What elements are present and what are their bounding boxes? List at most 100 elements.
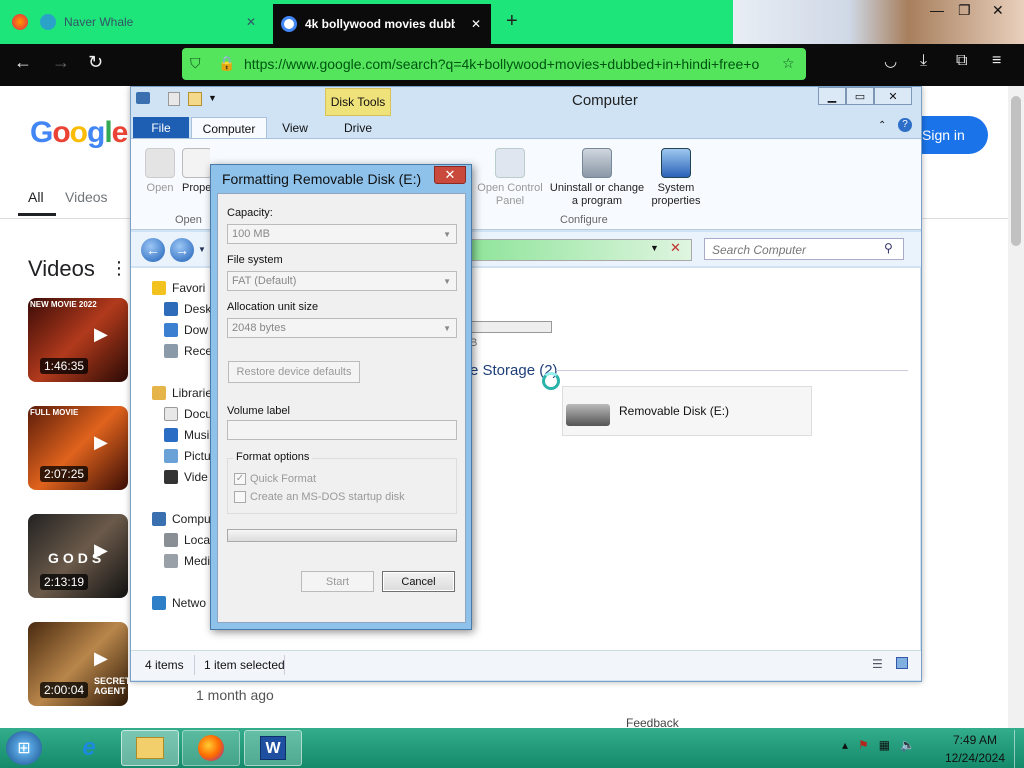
show-hidden-icons-icon[interactable]: ▴ — [842, 738, 848, 752]
pocket-icon[interactable]: ◡ — [884, 52, 897, 70]
item-count: 4 items — [145, 658, 184, 672]
uninstall-label: Uninstall or change a program — [549, 182, 645, 207]
nav-desktop[interactable]: Desk — [164, 302, 212, 316]
search-input[interactable]: Search Computer — [704, 238, 904, 260]
nav-computer[interactable]: Compu — [152, 512, 212, 526]
nav-network[interactable]: Netwo — [152, 596, 212, 610]
forward-icon[interactable]: → — [170, 238, 194, 262]
extensions-icon[interactable]: ⧉ — [956, 52, 967, 70]
close-icon[interactable]: ✕ — [874, 87, 912, 105]
clock-date[interactable]: 12/24/2024 — [940, 751, 1010, 765]
video-thumbnail[interactable]: FULL MOVIE ▶ 2:07:25 — [28, 406, 128, 490]
close-icon[interactable]: ✕ — [434, 166, 466, 184]
volume-icon[interactable]: 🔈 — [900, 738, 915, 752]
allocation-unit-label: Allocation unit size — [227, 301, 319, 313]
open-control-panel-button[interactable]: Open Control Panel — [474, 148, 546, 208]
taskbar-word[interactable]: W — [244, 730, 302, 766]
reload-icon[interactable]: ↻ — [88, 52, 103, 73]
back-icon[interactable]: ← — [141, 238, 165, 262]
nav-recent[interactable]: Rece — [164, 344, 212, 358]
large-icons-view-icon[interactable] — [896, 657, 908, 669]
plus-icon[interactable]: + — [506, 10, 518, 33]
close-tab-icon[interactable]: ✕ — [246, 15, 256, 29]
nav-documents[interactable]: Docu — [164, 407, 212, 421]
video-thumbnail[interactable]: NEW MOVIE 2022 ▶ 1:46:35 — [28, 298, 128, 382]
tab-file[interactable]: File — [133, 117, 189, 139]
disk-tools-context-tab[interactable]: Disk Tools — [325, 88, 391, 116]
help-icon[interactable]: ? — [898, 118, 912, 132]
firefox-icon[interactable] — [12, 14, 28, 30]
properties-icon[interactable] — [168, 92, 180, 106]
msdos-startup-checkbox[interactable]: Create an MS-DOS startup disk — [234, 491, 405, 503]
properties-button[interactable]: Prope — [182, 148, 210, 195]
nav-local-disk[interactable]: Loca — [164, 533, 212, 547]
download-icon[interactable]: ⤓ — [920, 52, 927, 70]
tab-all[interactable]: All — [28, 189, 44, 205]
shield-icon[interactable]: ⛉ — [190, 55, 201, 72]
volume-label-input[interactable] — [227, 420, 457, 440]
tab-google-search[interactable]: 4k bollywood movies dubbed in ✕ — [273, 0, 491, 44]
tab-view[interactable]: View — [271, 117, 319, 139]
search-icon[interactable]: ⚲ — [884, 241, 893, 255]
network-icon[interactable]: ▦ — [879, 738, 890, 752]
taskbar-file-explorer[interactable] — [121, 730, 179, 766]
action-center-icon[interactable]: ⚑ — [858, 738, 869, 752]
quick-format-checkbox[interactable]: ✓ Quick Format — [234, 473, 316, 485]
nav-videos[interactable]: Vide — [164, 470, 212, 484]
details-view-icon[interactable]: ☰ — [872, 657, 883, 671]
uninstall-program-button[interactable]: Uninstall or change a program — [548, 148, 646, 208]
restore-defaults-button[interactable]: Restore device defaults — [228, 361, 360, 383]
stop-icon[interactable]: ✕ — [670, 240, 681, 256]
nav-favorites[interactable]: Favori — [152, 281, 212, 295]
open-button[interactable]: Open — [140, 148, 180, 195]
forward-icon[interactable]: → — [52, 52, 70, 73]
tab-videos[interactable]: Videos — [65, 189, 108, 205]
menu-icon[interactable]: ≡ — [992, 52, 1001, 70]
tab-computer[interactable]: Computer — [191, 117, 267, 139]
network-icon — [152, 596, 166, 610]
allocation-unit-select[interactable]: 2048 bytes ▼ — [227, 318, 457, 338]
minimize-icon[interactable]: — — [930, 2, 944, 18]
chevron-down-icon[interactable]: ▼ — [650, 243, 659, 253]
start-button[interactable]: Start — [301, 571, 374, 592]
minimize-icon[interactable]: ▁ — [818, 87, 846, 105]
more-options-icon[interactable]: ⋮ — [110, 258, 128, 279]
recent-locations-icon[interactable]: ▼ — [198, 245, 206, 254]
play-icon: ▶ — [94, 432, 108, 452]
back-icon[interactable]: ← — [14, 52, 32, 73]
url-bar[interactable]: https://www.google.com/search?q=4k+bolly… — [182, 48, 806, 80]
nav-pictures[interactable]: Pictu — [164, 449, 212, 463]
tab-naver-whale[interactable]: Naver Whale ✕ — [40, 0, 270, 44]
restore-icon[interactable]: ❐ — [958, 2, 971, 19]
video-thumbnail[interactable]: SECRET AGENT ▶ 2:00:04 — [28, 622, 128, 706]
tab-drive[interactable]: Drive — [325, 117, 391, 139]
chevron-down-icon[interactable]: ▼ — [208, 93, 217, 103]
video-thumbnail[interactable]: GODS ▶ 2:13:19 — [28, 514, 128, 598]
capacity-select[interactable]: 100 MB ▼ — [227, 224, 457, 244]
tab-label: Naver Whale — [64, 15, 134, 29]
system-properties-label: System properties — [651, 182, 701, 207]
nav-music[interactable]: Musi — [164, 428, 212, 442]
nav-media[interactable]: Medi — [164, 554, 212, 568]
clock-time[interactable]: 7:49 AM — [950, 733, 1000, 747]
nav-downloads[interactable]: Dow — [164, 323, 212, 337]
start-button[interactable]: ⊞ — [6, 731, 42, 765]
new-folder-icon[interactable] — [188, 92, 202, 106]
show-desktop-button[interactable] — [1014, 730, 1024, 768]
video-duration: 2:13:19 — [40, 574, 89, 590]
maximize-icon[interactable]: ▭ — [846, 87, 874, 105]
taskbar-internet-explorer[interactable]: e — [60, 730, 118, 766]
system-properties-button[interactable]: System properties — [648, 148, 704, 208]
file-system-select[interactable]: FAT (Default) ▼ — [227, 271, 457, 291]
lock-icon[interactable]: 🔒 — [218, 55, 235, 72]
star-icon — [152, 281, 166, 295]
collapse-ribbon-icon[interactable]: ⌃ — [878, 120, 886, 131]
close-icon[interactable]: ✕ — [992, 2, 1004, 19]
taskbar-firefox[interactable] — [182, 730, 240, 766]
bookmark-star-icon[interactable]: ☆ — [782, 55, 795, 72]
nav-libraries[interactable]: Librarie — [152, 386, 212, 400]
cancel-button[interactable]: Cancel — [382, 571, 455, 592]
google-logo[interactable]: Google — [30, 116, 128, 150]
close-tab-icon[interactable]: ✕ — [471, 17, 481, 31]
scrollbar-thumb[interactable] — [1011, 96, 1021, 246]
